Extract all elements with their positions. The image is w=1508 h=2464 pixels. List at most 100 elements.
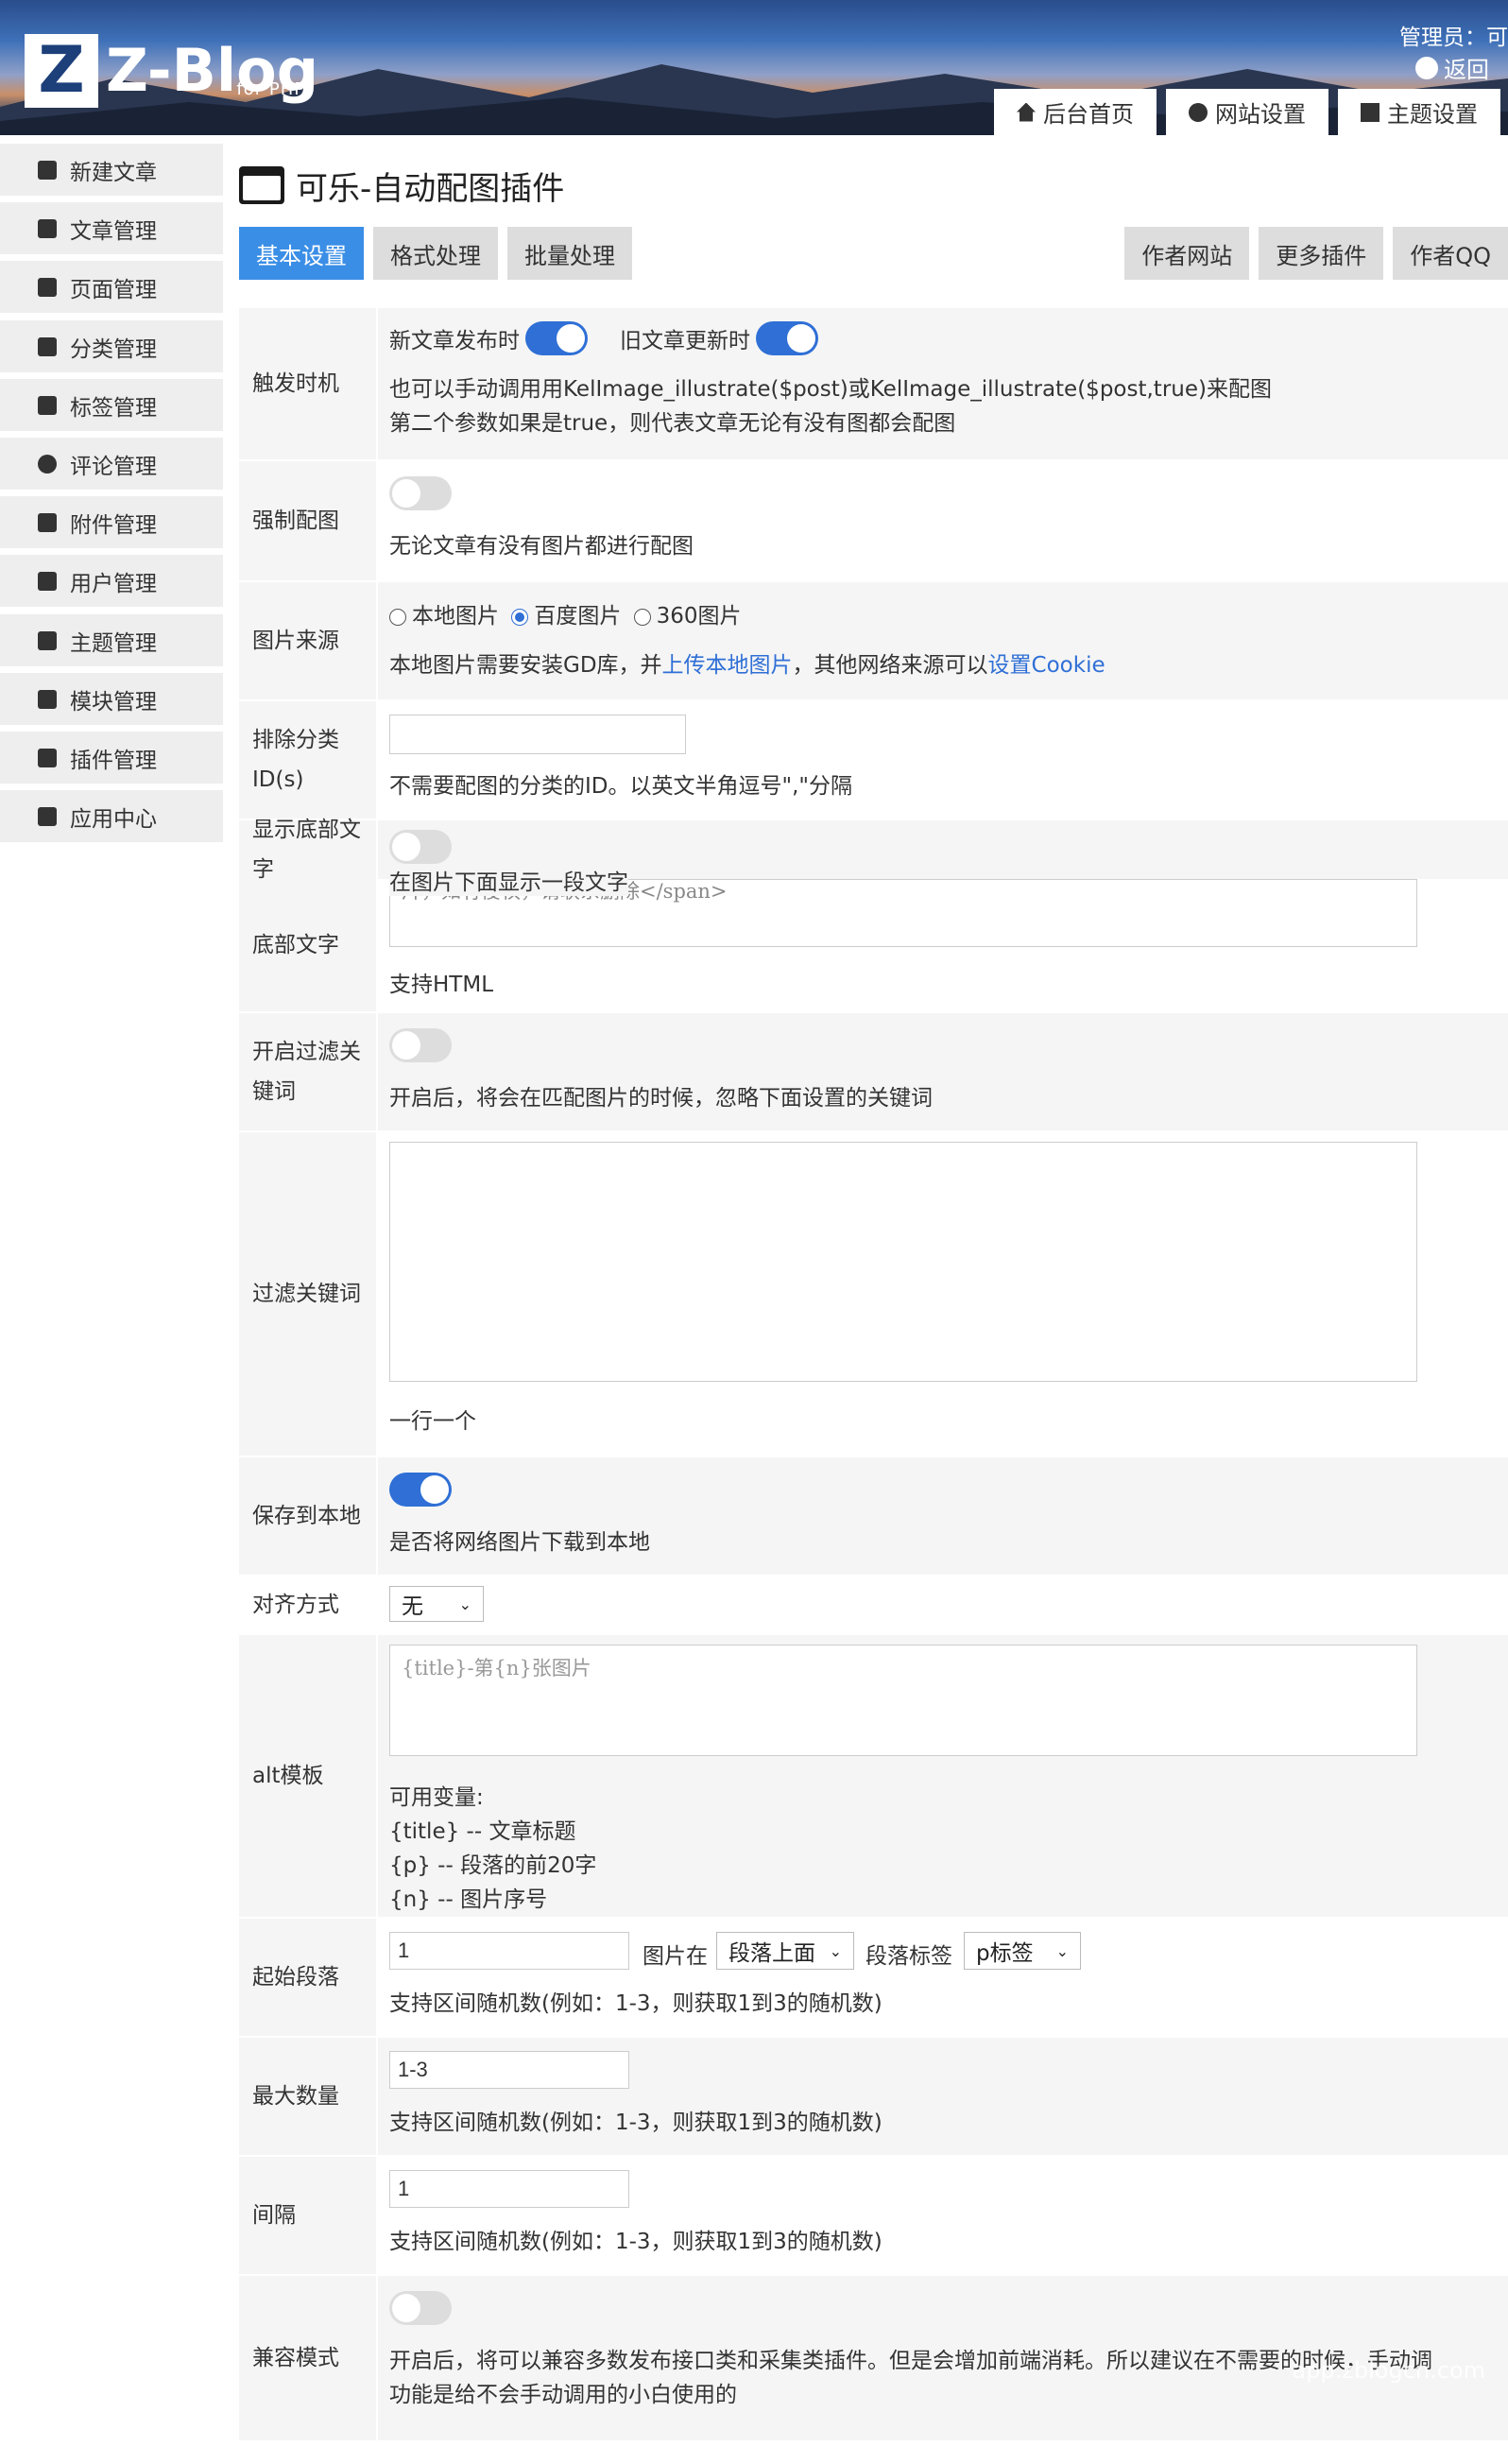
label-source: 图片来源 <box>239 582 378 699</box>
tab-basic-settings[interactable]: 基本设置 <box>239 227 364 280</box>
footer-text-help: 支持HTML <box>389 973 494 997</box>
sidebar-item-users[interactable]: 用户管理 <box>0 555 223 607</box>
tab-more-plugins[interactable]: 更多插件 <box>1259 227 1384 280</box>
sidebar-item-label: 主题管理 <box>70 630 157 656</box>
alt-vars-title: 可用变量: <box>389 1785 484 1810</box>
old-post-toggle[interactable] <box>756 321 818 355</box>
sidebar-item-new-post[interactable]: 新建文章 <box>0 144 223 196</box>
home-icon <box>1017 102 1036 122</box>
filter-words-textarea[interactable] <box>389 1142 1417 1382</box>
align-select[interactable]: 无 ⌄ <box>389 1586 484 1622</box>
sidebar-item-app-center[interactable]: 应用中心 <box>0 790 223 842</box>
label-trigger: 触发时机 <box>239 308 378 459</box>
nav-theme-settings-label: 主题设置 <box>1387 101 1478 128</box>
source-radio-local[interactable] <box>389 608 406 626</box>
source-option-local: 本地图片 <box>412 604 499 629</box>
sidebar-item-attachments[interactable]: 附件管理 <box>0 496 223 548</box>
chevron-down-icon: ⌄ <box>829 1941 842 1960</box>
force-help: 无论文章有没有图片都进行配图 <box>389 534 694 559</box>
label-alt-template: alt模板 <box>239 1635 378 1917</box>
set-cookie-link[interactable]: 设置Cookie <box>988 653 1105 678</box>
back-link[interactable]: 返回 <box>1415 51 1489 84</box>
logo-text: Z-Blog for PHP <box>106 42 318 100</box>
sidebar-item-themes[interactable]: 主题管理 <box>0 614 223 666</box>
top-nav: 后台首页 网站设置 主题设置 <box>994 89 1500 135</box>
sidebar-item-label: 新建文章 <box>70 160 157 185</box>
tab-batch[interactable]: 批量处理 <box>507 227 632 280</box>
sidebar-item-pages[interactable]: 页面管理 <box>0 261 223 313</box>
tab-author-qq[interactable]: 作者QQ <box>1393 227 1508 280</box>
compat-help-2: 功能是给不会手动调用的小白使用的 <box>389 2383 737 2407</box>
filter-on-toggle[interactable] <box>389 1028 452 1062</box>
sidebar-item-tags[interactable]: 标签管理 <box>0 379 223 431</box>
tab-format[interactable]: 格式处理 <box>373 227 498 280</box>
chevron-down-icon: ⌄ <box>458 1594 471 1613</box>
sidebar-item-label: 文章管理 <box>70 218 157 244</box>
sidebar-item-modules[interactable]: 模块管理 <box>0 673 223 725</box>
compat-toggle[interactable] <box>389 2291 452 2325</box>
upload-local-images-link[interactable]: 上传本地图片 <box>662 653 793 678</box>
sidebar-item-comments[interactable]: 评论管理 <box>0 438 223 490</box>
sidebar-item-label: 用户管理 <box>70 571 157 596</box>
force-toggle[interactable] <box>389 476 452 510</box>
alt-template-textarea[interactable]: {title}-第{n}张图片 <box>389 1645 1417 1756</box>
image-position-value: 段落上面 <box>728 1941 815 1966</box>
sidebar-item-label: 页面管理 <box>70 277 157 302</box>
start-paragraph-input[interactable] <box>389 1932 629 1970</box>
nav-theme-settings-button[interactable]: 主题设置 <box>1338 89 1500 135</box>
exclude-category-input[interactable] <box>389 715 686 754</box>
sidebar-item-label: 应用中心 <box>70 806 157 832</box>
row-filter-words: 过滤关键词 一行一个 <box>239 1132 1508 1456</box>
row-trigger: 触发时机 新文章发布时 旧文章更新时 也可以手动调用用KelImage_illu… <box>239 308 1508 459</box>
zblog-logo[interactable]: Z Z-Blog for PHP <box>25 34 318 108</box>
max-count-input[interactable] <box>389 2051 629 2089</box>
paragraph-tag-value: p标签 <box>976 1941 1034 1966</box>
label-show-footer: 显示底部文字 <box>239 818 378 882</box>
sidebar-item-label: 分类管理 <box>70 336 157 362</box>
align-select-value: 无 <box>402 1594 423 1619</box>
source-option-baidu: 百度图片 <box>534 604 622 629</box>
folder-icon <box>38 336 57 356</box>
interval-input[interactable] <box>389 2170 629 2208</box>
image-position-select[interactable]: 段落上面 ⌄ <box>716 1932 854 1970</box>
old-post-label: 旧文章更新时 <box>620 329 750 353</box>
sidebar-item-label: 附件管理 <box>70 512 157 538</box>
source-radio-360[interactable] <box>633 608 651 626</box>
tab-author-site[interactable]: 作者网站 <box>1124 227 1250 280</box>
show-footer-toggle[interactable] <box>389 830 452 864</box>
sidebar-item-plugins[interactable]: 插件管理 <box>0 732 223 784</box>
nav-dashboard-button[interactable]: 后台首页 <box>994 89 1157 135</box>
new-post-label: 新文章发布时 <box>389 329 520 353</box>
source-radio-baidu[interactable] <box>511 608 529 626</box>
label-filter-words: 过滤关键词 <box>239 1132 378 1456</box>
sidebar-item-label: 插件管理 <box>70 748 157 773</box>
new-post-toggle[interactable] <box>525 321 588 355</box>
comment-icon <box>38 454 57 474</box>
alt-var-title: {title} -- 文章标题 <box>389 1819 576 1844</box>
label-compat: 兼容模式 <box>239 2276 378 2440</box>
label-footer-text: 底部文字 <box>239 879 378 1011</box>
sidebar: 新建文章 文章管理 页面管理 分类管理 标签管理 评论管理 附件管理 用户管理 … <box>0 144 223 849</box>
save-local-help: 是否将网络图片下载到本地 <box>389 1530 650 1555</box>
max-count-help: 支持区间随机数(例如：1-3，则获取1到3的随机数) <box>389 2111 883 2135</box>
sidebar-item-categories[interactable]: 分类管理 <box>0 320 223 372</box>
admin-header: Z Z-Blog for PHP 管理员：可 返回 后台首页 网站设置 主题设置 <box>0 0 1508 135</box>
admin-user-label[interactable]: 管理员：可 <box>1319 19 1508 51</box>
box-icon <box>38 806 57 826</box>
logo-subtitle: for PHP <box>236 79 306 99</box>
row-exclude: 排除分类ID(s) 不需要配图的分类的ID。以英文半角逗号","分隔 <box>239 701 1508 818</box>
tab-bar-right: 作者网站 更多插件 作者QQ <box>1124 227 1508 280</box>
save-local-toggle[interactable] <box>389 1473 452 1507</box>
sidebar-item-posts[interactable]: 文章管理 <box>0 202 223 254</box>
paragraph-tag-select[interactable]: p标签 ⌄ <box>964 1932 1081 1970</box>
label-force: 强制配图 <box>239 461 378 580</box>
row-start-paragraph: 起始段落 图片在 段落上面 ⌄ 段落标签 p标签 ⌄ 支持区间随机数(例如：1-3，… <box>239 1919 1508 2036</box>
trigger-help-1: 也可以手动调用用KelImage_illustrate($post)或KelIm… <box>389 377 1272 402</box>
nav-dashboard-label: 后台首页 <box>1043 101 1134 128</box>
row-force: 强制配图 无论文章有没有图片都进行配图 <box>239 461 1508 580</box>
page-icon <box>38 277 57 297</box>
watermark: app.zblogcn.com <box>1292 2357 1485 2384</box>
nav-site-settings-button[interactable]: 网站设置 <box>1166 89 1328 135</box>
chevron-down-icon: ⌄ <box>1055 1941 1069 1960</box>
label-interval: 间隔 <box>239 2157 378 2274</box>
